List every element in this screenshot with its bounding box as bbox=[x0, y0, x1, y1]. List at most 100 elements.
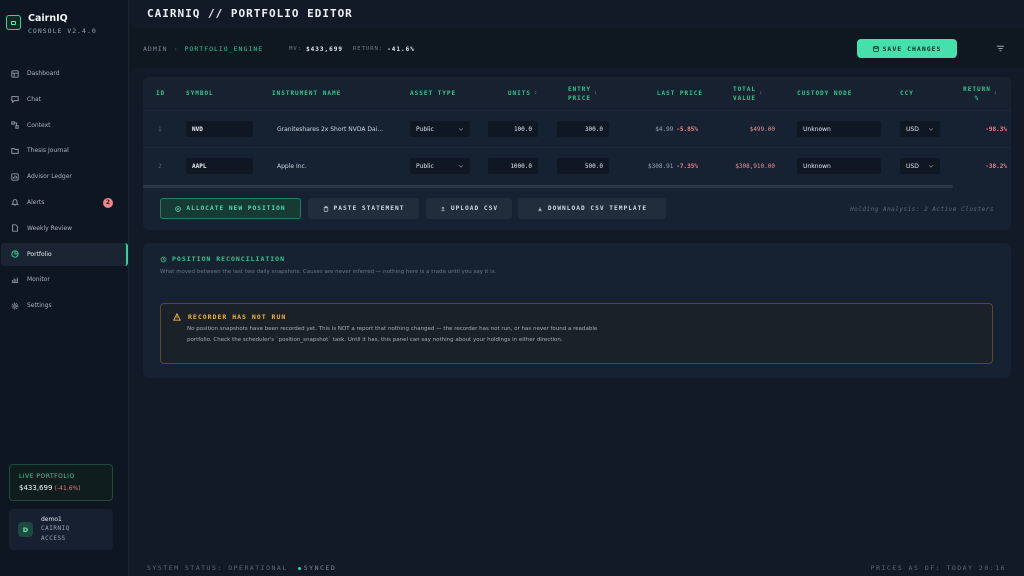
allocate-new-position-label: ALLOCATE NEW POSITION bbox=[186, 205, 286, 212]
sidebar-item-monitor[interactable]: Monitor bbox=[1, 268, 128, 291]
sidebar-item-label: Settings bbox=[27, 302, 52, 310]
reconcile-icon bbox=[160, 256, 167, 262]
breadcrumb-admin[interactable]: ADMIN bbox=[143, 45, 168, 53]
asset-type-select[interactable]: Public bbox=[410, 158, 470, 174]
reconciliation-title: POSITION RECONCILIATION bbox=[160, 255, 285, 263]
sidebar-item-label: Thesis Journal bbox=[27, 147, 69, 155]
custody-node-field[interactable]: Unknown bbox=[797, 121, 881, 137]
header-total-value[interactable]: TOTAL VALUE ↕ bbox=[718, 77, 778, 110]
header-asset-type[interactable]: ASSET TYPE bbox=[410, 77, 456, 110]
units-input[interactable]: 100.0 bbox=[488, 121, 538, 137]
journal-icon bbox=[11, 148, 19, 154]
sidebar-item-chat[interactable]: Chat bbox=[1, 88, 128, 111]
sidebar-item-thesis-journal[interactable]: Thesis Journal bbox=[1, 139, 128, 162]
brand[interactable]: CairnIQ CONSOLE V2.4.0 bbox=[6, 13, 97, 35]
plus-circle-icon bbox=[175, 205, 182, 212]
horizontal-scrollbar[interactable] bbox=[143, 185, 953, 188]
header-total-line-1: TOTAL bbox=[732, 85, 757, 93]
cairniq-logo-icon bbox=[6, 15, 21, 30]
clipboard-icon bbox=[323, 205, 328, 212]
header-custody-node[interactable]: CUSTODY NODE bbox=[797, 77, 852, 110]
sidebar-item-advisor-ledger[interactable]: Advisor Ledger bbox=[1, 165, 128, 188]
header-instrument-name[interactable]: INSTRUMENT NAME bbox=[272, 77, 341, 110]
sort-icon: ↕ bbox=[594, 90, 599, 96]
user-card[interactable]: D demo1 CAIRNIQ ACCESS bbox=[9, 509, 113, 550]
upload-icon bbox=[441, 206, 445, 211]
portfolio-table-panel: ID SYMBOL INSTRUMENT NAME ASSET TYPE UNI… bbox=[143, 77, 1011, 230]
mv-label: MV: bbox=[289, 46, 303, 52]
custody-node-field[interactable]: Unknown bbox=[797, 158, 881, 174]
save-changes-label: SAVE CHANGES bbox=[882, 44, 942, 53]
warning-triangle-icon bbox=[173, 313, 181, 321]
sidebar-item-label: Chat bbox=[27, 95, 42, 103]
ccy-value: USD bbox=[906, 162, 919, 170]
asset-type-select[interactable]: Public bbox=[410, 121, 470, 137]
gear-icon bbox=[11, 302, 19, 310]
sidebar-item-label: Portfolio bbox=[27, 250, 52, 258]
custody-node-value: Unknown bbox=[803, 162, 831, 170]
symbol-input[interactable]: NVD bbox=[186, 121, 253, 137]
live-portfolio-title: LIVE PORTFOLIO bbox=[19, 473, 75, 480]
prices-as-of: PRICES AS OF: TODAY 20:16 bbox=[870, 564, 1006, 572]
sort-icon: ↕ bbox=[759, 90, 764, 96]
sidebar-item-context[interactable]: Context bbox=[1, 114, 128, 137]
holding-analysis-note: Holding Analysis: 2 Active Clusters bbox=[850, 206, 994, 213]
header-return-pct[interactable]: RETURN % ↕ bbox=[958, 77, 1003, 110]
filter-button[interactable] bbox=[996, 44, 1005, 53]
paste-statement-button[interactable]: PASTE STATEMENT bbox=[308, 198, 419, 219]
header-units[interactable]: UNITS ↕ bbox=[483, 77, 538, 110]
ccy-select[interactable]: USD bbox=[900, 158, 940, 174]
sync-dot-icon bbox=[297, 566, 301, 570]
recorder-warning-box: RECORDER HAS NOT RUN No position snapsho… bbox=[160, 303, 993, 364]
units-input[interactable]: 1000.0 bbox=[488, 158, 538, 174]
reconciliation-title-text: POSITION RECONCILIATION bbox=[172, 255, 286, 263]
ccy-select[interactable]: USD bbox=[900, 121, 940, 137]
paste-statement-label: PASTE STATEMENT bbox=[333, 205, 405, 212]
warning-title-text: RECORDER HAS NOT RUN bbox=[188, 313, 287, 321]
sort-icon: ↕ bbox=[993, 90, 998, 96]
pie-icon bbox=[11, 250, 19, 258]
asset-type-value: Public bbox=[416, 162, 434, 170]
instrument-name: Apple Inc. bbox=[277, 163, 307, 170]
entry-price-input[interactable]: 500.0 bbox=[557, 158, 609, 174]
sync-label: SYNCED bbox=[303, 564, 337, 572]
download-csv-template-button[interactable]: DOWNLOAD CSV TEMPLATE bbox=[518, 198, 666, 219]
header-id[interactable]: ID bbox=[156, 77, 165, 110]
total-value: $308,910.00 bbox=[735, 163, 775, 170]
breadcrumb-separator: › bbox=[173, 45, 179, 53]
entry-price-input[interactable]: 300.0 bbox=[557, 121, 609, 137]
sidebar-item-portfolio[interactable]: Portfolio bbox=[1, 242, 128, 266]
chevron-down-icon bbox=[458, 128, 464, 131]
instrument-name: Graniteshares 2x Short NVDA Dai... bbox=[277, 126, 384, 133]
live-portfolio-card[interactable]: LIVE PORTFOLIO $433,699 (-41.6%) bbox=[9, 464, 113, 501]
chat-icon bbox=[11, 96, 19, 104]
brand-version: CONSOLE V2.4.0 bbox=[28, 27, 97, 35]
sidebar-item-settings[interactable]: Settings bbox=[1, 294, 128, 317]
breadcrumb-portfolio-engine: PORTFOLIO_ENGINE bbox=[184, 45, 264, 53]
monitor-icon bbox=[11, 277, 19, 283]
header-symbol[interactable]: SYMBOL bbox=[186, 77, 214, 110]
table-header: ID SYMBOL INSTRUMENT NAME ASSET TYPE UNI… bbox=[143, 77, 1011, 110]
chevron-down-icon bbox=[458, 165, 464, 168]
allocate-new-position-button[interactable]: ALLOCATE NEW POSITION bbox=[160, 198, 301, 219]
sidebar-nav: Dashboard Chat Context Thesis Journal Ad… bbox=[0, 62, 129, 320]
alerts-count-badge: 2 bbox=[103, 197, 113, 208]
upload-csv-button[interactable]: UPLOAD CSV bbox=[426, 198, 512, 219]
header-ccy[interactable]: CCY bbox=[900, 77, 914, 110]
sidebar-item-weekly-review[interactable]: Weekly Review bbox=[1, 217, 128, 240]
download-icon bbox=[538, 206, 542, 211]
live-portfolio-amount: $433,699 bbox=[19, 484, 53, 492]
sync-indicator: SYNCED bbox=[297, 564, 337, 572]
symbol-input[interactable]: AAPL bbox=[186, 158, 253, 174]
chevron-down-icon bbox=[928, 128, 934, 131]
mv-value: $433,699 bbox=[306, 45, 343, 53]
header-entry-price[interactable]: ENTRY PRICE ↕ bbox=[553, 77, 613, 110]
save-changes-button[interactable]: SAVE CHANGES bbox=[857, 39, 957, 58]
sidebar-item-dashboard[interactable]: Dashboard bbox=[1, 62, 128, 85]
sidebar-item-alerts[interactable]: Alerts 2 bbox=[1, 191, 128, 214]
breadcrumb: ADMIN › PORTFOLIO_ENGINE MV: $433,699 RE… bbox=[143, 45, 415, 53]
header-last-price[interactable]: LAST PRICE bbox=[633, 77, 703, 110]
total-value: $499.00 bbox=[749, 126, 775, 133]
user-name: demo1 bbox=[41, 516, 62, 523]
sidebar: CairnIQ CONSOLE V2.4.0 Dashboard Chat Co… bbox=[0, 0, 129, 576]
